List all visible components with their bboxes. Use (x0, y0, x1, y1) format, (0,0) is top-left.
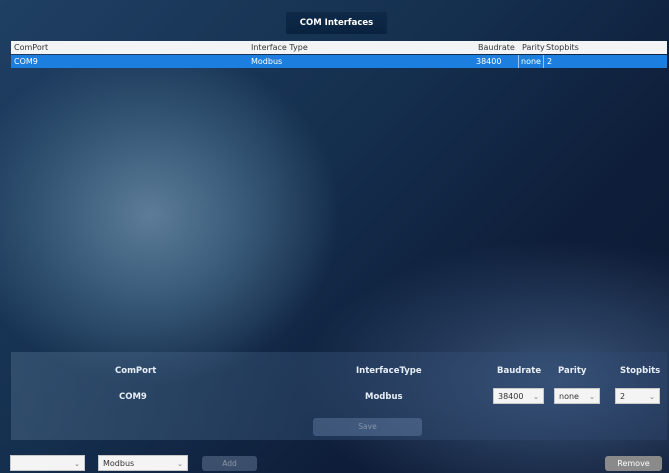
footer-bar: ⌄ Modbus ⌄ Add Remove (0, 450, 669, 473)
port-select[interactable]: ⌄ (10, 455, 85, 471)
cell-stopbits: 2 (547, 57, 553, 66)
baudrate-select-value: 38400 (498, 392, 524, 401)
value-comport: COM9 (119, 392, 147, 402)
label-baudrate: Baudrate (497, 366, 542, 376)
save-button[interactable]: Save (313, 418, 422, 436)
value-interface-type: Modbus (365, 392, 403, 402)
com-interfaces-table: ComPort Interface Type Baudrate Parity S… (11, 41, 667, 351)
add-button[interactable]: Add (202, 456, 257, 471)
column-header-stopbits[interactable]: Stopbits (546, 41, 579, 54)
table-row[interactable]: COM9 Modbus 38400 none 2 (11, 55, 667, 68)
parity-select-value: none (559, 392, 579, 401)
table-header: ComPort Interface Type Baudrate Parity S… (11, 41, 667, 54)
chevron-down-icon: ⌄ (74, 460, 80, 468)
parity-select[interactable]: none ⌄ (554, 388, 600, 404)
label-interface-type: InterfaceType (356, 366, 422, 376)
cell-interface-type: Modbus (251, 57, 283, 66)
interface-type-select[interactable]: Modbus ⌄ (98, 455, 188, 471)
stopbits-select-value: 2 (620, 392, 626, 401)
title-bar: COM Interfaces (0, 12, 669, 34)
column-header-comport[interactable]: ComPort (14, 41, 48, 54)
label-comport: ComPort (115, 366, 157, 376)
cell-baudrate: 38400 (476, 57, 502, 66)
cell-comport: COM9 (14, 57, 38, 66)
column-divider (518, 55, 519, 68)
interface-type-select-value: Modbus (103, 459, 135, 468)
chevron-down-icon: ⌄ (589, 393, 595, 401)
column-header-parity[interactable]: Parity (522, 41, 545, 54)
column-header-baudrate[interactable]: Baudrate (478, 41, 515, 54)
stopbits-select[interactable]: 2 ⌄ (615, 388, 660, 404)
remove-button[interactable]: Remove (605, 456, 662, 471)
column-header-interface-type[interactable]: Interface Type (251, 41, 308, 54)
cell-parity: none (521, 57, 541, 66)
label-stopbits: Stopbits (620, 366, 661, 376)
window-title: COM Interfaces (286, 12, 387, 34)
chevron-down-icon: ⌄ (177, 460, 183, 468)
column-divider (543, 55, 544, 68)
baudrate-select[interactable]: 38400 ⌄ (493, 388, 544, 404)
label-parity: Parity (558, 366, 587, 376)
chevron-down-icon: ⌄ (649, 393, 655, 401)
chevron-down-icon: ⌄ (533, 393, 539, 401)
